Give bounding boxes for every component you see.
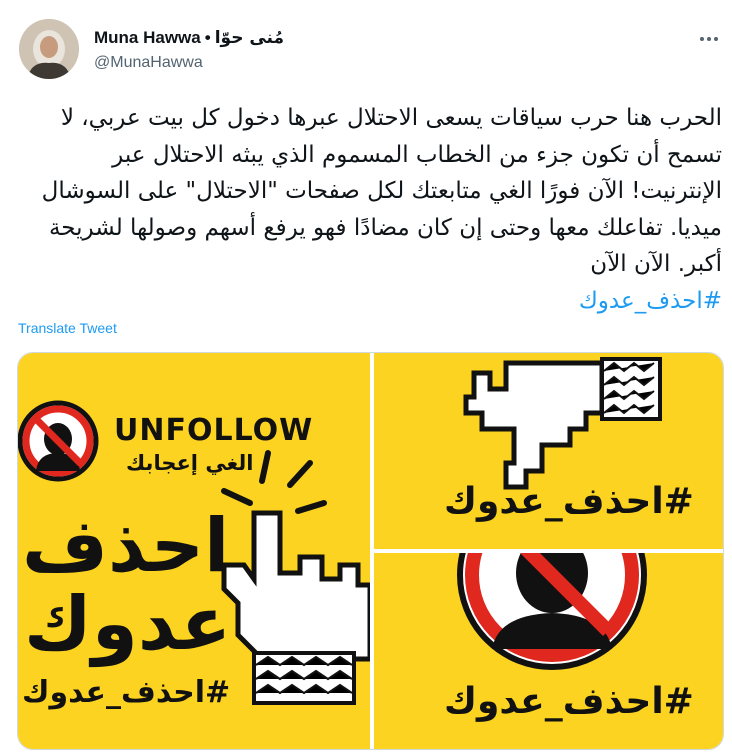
author-display-name[interactable]: Muna Hawwa xyxy=(94,28,201,48)
top-right-hashtag: #احذف_عدوك xyxy=(444,481,694,522)
tweet-media-grid: UNFOLLOW الغي إعجابك احذف عدوك #احذف_عدو… xyxy=(17,352,724,750)
left-panel-hashtag: #احذف_عدوك xyxy=(22,675,231,710)
media-image-bottom-right[interactable]: #احذف_عدوك xyxy=(374,553,723,749)
author-handle[interactable]: @MunaHawwa xyxy=(94,54,203,72)
avatar[interactable] xyxy=(19,19,79,79)
tweet-text: الحرب هنا حرب سياقات يسعى الاحتلال عبرها… xyxy=(18,100,722,319)
author-name-row[interactable]: Muna Hawwa • مُنى حوّا xyxy=(94,28,284,48)
media-image-left[interactable]: UNFOLLOW الغي إعجابك احذف عدوك #احذف_عدو… xyxy=(18,353,370,749)
tweet-hashtag-link[interactable]: #احذف_عدوك xyxy=(579,288,722,314)
unlike-subtitle: الغي إعجابك xyxy=(126,451,254,475)
author-display-name-ar[interactable]: مُنى حوّا xyxy=(215,28,284,48)
big-title-line2: عدوك xyxy=(24,581,232,667)
big-title-line1: احذف xyxy=(22,503,230,589)
unfollow-text: UNFOLLOW xyxy=(114,413,314,448)
translate-tweet-link[interactable]: Translate Tweet xyxy=(18,320,117,336)
name-separator: • xyxy=(204,28,211,47)
more-options-icon[interactable] xyxy=(700,34,724,44)
media-image-top-right[interactable]: #احذف_عدوك xyxy=(374,353,723,549)
tweet-body: الحرب هنا حرب سياقات يسعى الاحتلال عبرها… xyxy=(41,105,722,277)
bottom-right-hashtag: #احذف_عدوك xyxy=(444,681,694,722)
